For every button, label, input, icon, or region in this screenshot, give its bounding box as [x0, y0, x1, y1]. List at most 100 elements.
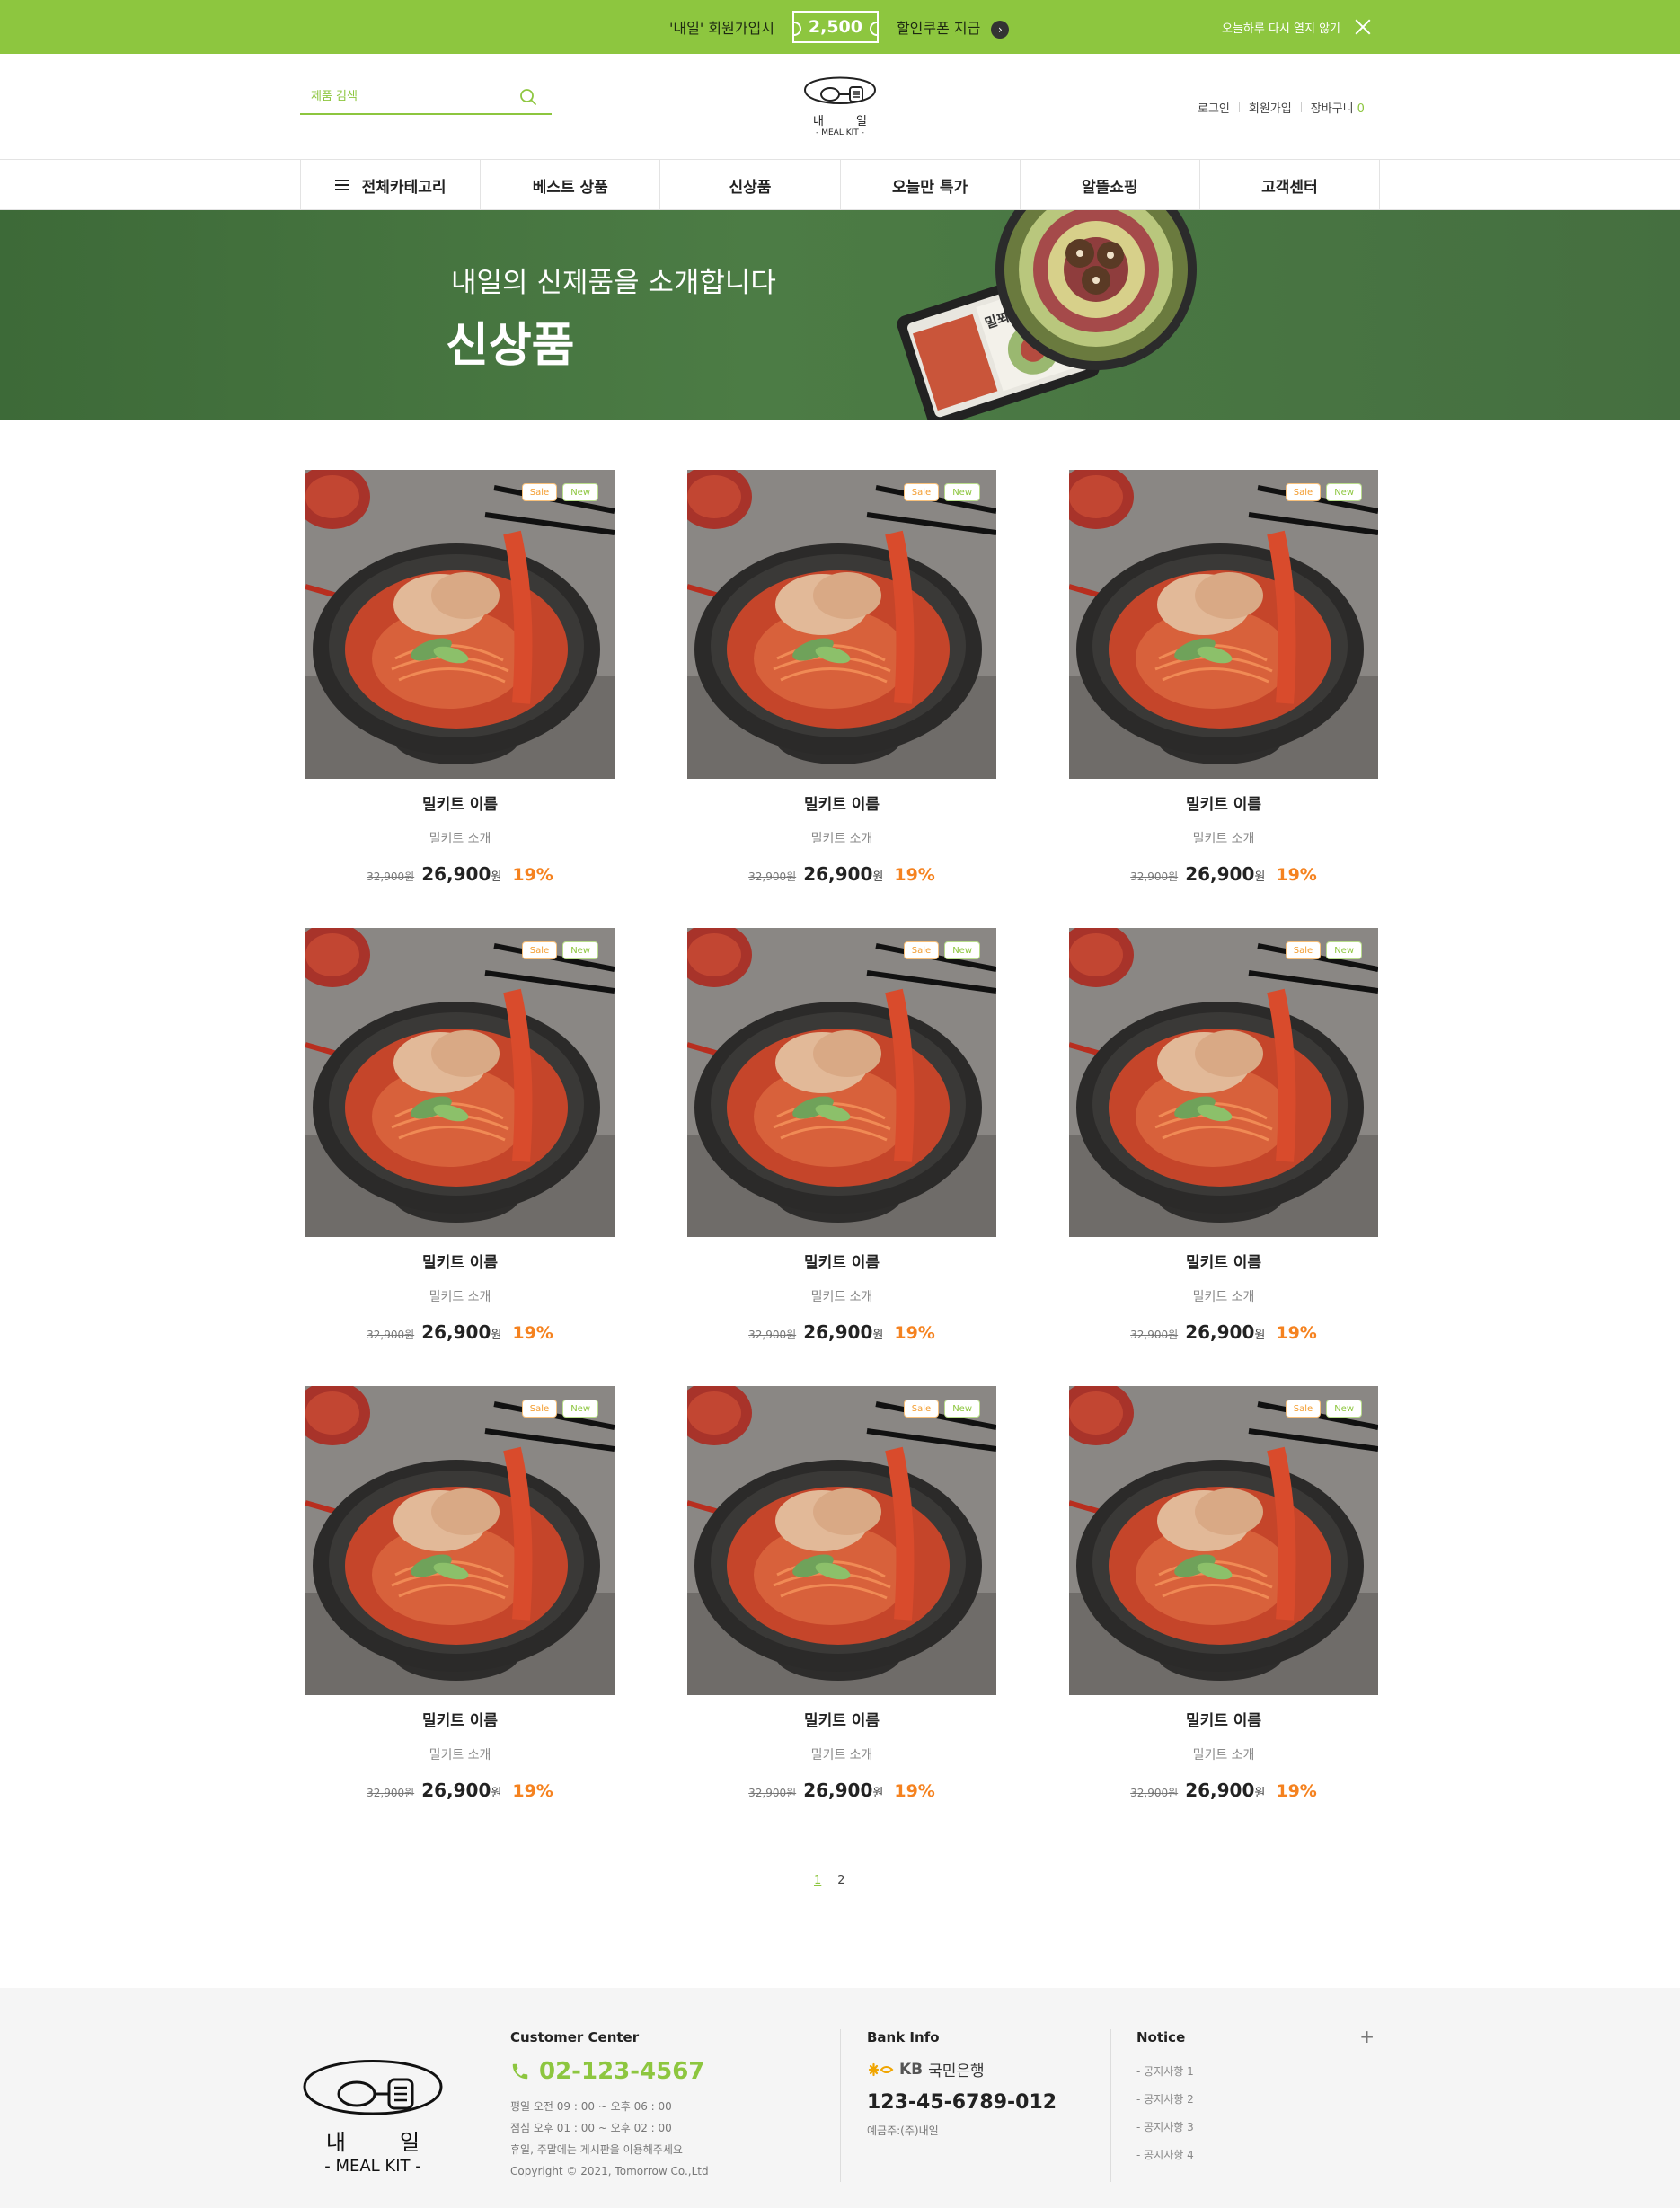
login-link[interactable]: 로그인 — [1198, 99, 1230, 116]
product-price: 32,900원 26,900원 19% — [687, 1321, 996, 1343]
original-price: 32,900원 — [367, 870, 415, 883]
product-badges: Sale New — [903, 1400, 980, 1418]
original-price: 32,900원 — [1130, 1329, 1179, 1341]
nav-bargain-shopping[interactable]: 알뜰쇼핑 — [1021, 160, 1200, 210]
food-photo — [305, 1386, 615, 1695]
product-card[interactable]: Sale New 밀키트 이름 밀키트 소개 32,900원 26,900원 19% — [687, 928, 996, 1368]
food-photo — [1069, 470, 1378, 779]
bank-info-title: Bank Info — [867, 2029, 940, 2045]
promo-text-after: 할인쿠폰 지급 › — [897, 16, 1010, 39]
product-card[interactable]: Sale New 밀키트 이름 밀키트 소개 32,900원 26,900원 19% — [305, 470, 615, 910]
hours-lunch: 점심 오후 01 : 00 ~ 오후 02 : 00 — [510, 2122, 672, 2134]
product-thumbnail[interactable]: Sale New — [305, 1386, 615, 1695]
sale-badge: Sale — [1285, 941, 1322, 959]
sale-badge: Sale — [1285, 483, 1322, 501]
plate-fork-logo-icon — [804, 76, 876, 104]
discount-rate: 19% — [894, 1781, 935, 1801]
notice-title: Notice — [1136, 2029, 1186, 2045]
signup-promo[interactable]: '내일' 회원가입시 2,500 할인쿠폰 지급 › — [669, 0, 1010, 54]
discount-rate: 19% — [894, 865, 935, 885]
page-link-2[interactable]: 2 — [837, 1874, 844, 1887]
phone-number[interactable]: 02-123-4567 — [510, 2058, 709, 2085]
product-name[interactable]: 밀키트 이름 — [305, 1708, 615, 1730]
product-name[interactable]: 밀키트 이름 — [687, 791, 996, 814]
bank-name: KB 국민은행 — [867, 2058, 1057, 2080]
product-thumbnail[interactable]: Sale New — [687, 470, 996, 779]
kb-star-icon — [868, 2062, 894, 2076]
nav-new-products[interactable]: 신상품 — [660, 160, 841, 210]
cart-link[interactable]: 장바구니 0 — [1311, 99, 1365, 116]
product-name[interactable]: 밀키트 이름 — [1069, 791, 1378, 814]
product-name[interactable]: 밀키트 이름 — [687, 1250, 996, 1272]
product-thumbnail[interactable]: Sale New — [687, 928, 996, 1237]
product-card[interactable]: Sale New 밀키트 이름 밀키트 소개 32,900원 26,900원 19% — [1069, 470, 1378, 910]
signup-link[interactable]: 회원가입 — [1249, 99, 1292, 116]
food-photo — [687, 1386, 996, 1695]
sale-badge: Sale — [903, 1400, 940, 1418]
product-card[interactable]: Sale New 밀키트 이름 밀키트 소개 32,900원 26,900원 19% — [305, 1386, 615, 1826]
product-thumbnail[interactable]: Sale New — [1069, 470, 1378, 779]
product-thumbnail[interactable]: Sale New — [687, 1386, 996, 1695]
account-number: 123-45-6789-012 — [867, 2091, 1057, 2114]
product-thumbnail[interactable]: Sale New — [305, 470, 615, 779]
sale-price: 26,900원 — [803, 1321, 884, 1343]
new-badge: New — [562, 483, 598, 501]
product-badges: Sale New — [1285, 483, 1362, 501]
product-card[interactable]: Sale New 밀키트 이름 밀키트 소개 32,900원 26,900원 19% — [305, 928, 615, 1368]
close-icon[interactable] — [1355, 19, 1371, 35]
product-badges: Sale New — [903, 483, 980, 501]
nav-customer-center[interactable]: 고객센터 — [1200, 160, 1381, 210]
divider — [1300, 102, 1302, 112]
notice-item[interactable]: - 공지사항 1 — [1136, 2058, 1375, 2086]
notice-board: Notice + - 공지사항 1 - 공지사항 2 - 공지사항 3 - 공지… — [1136, 2026, 1375, 2169]
product-card[interactable]: Sale New 밀키트 이름 밀키트 소개 32,900원 26,900원 19% — [687, 1386, 996, 1826]
plus-icon[interactable]: + — [1359, 2026, 1375, 2047]
original-price: 32,900원 — [748, 1787, 797, 1799]
notice-item[interactable]: - 공지사항 2 — [1136, 2086, 1375, 2114]
site-logo[interactable]: 내일 - MEAL KIT - — [800, 68, 880, 144]
nav-all-categories[interactable]: 전체카테고리 — [301, 160, 482, 210]
food-photo — [1069, 1386, 1378, 1695]
original-price: 32,900원 — [1130, 1787, 1179, 1799]
product-name[interactable]: 밀키트 이름 — [305, 1250, 615, 1272]
search-icon[interactable] — [519, 88, 537, 106]
footer-logo[interactable]: 내일 - MEAL KIT - — [301, 2045, 445, 2180]
nav-best-products[interactable]: 베스트 상품 — [481, 160, 661, 210]
discount-rate: 19% — [512, 865, 553, 885]
product-price: 32,900원 26,900원 19% — [687, 863, 996, 885]
dismiss-today-link[interactable]: 오늘하루 다시 열지 않기 — [1222, 19, 1340, 36]
plate-fork-logo-icon — [303, 2060, 443, 2115]
sale-price: 26,900원 — [803, 863, 884, 885]
product-thumbnail[interactable]: Sale New — [1069, 1386, 1378, 1695]
product-thumbnail[interactable]: Sale New — [1069, 928, 1378, 1237]
sale-badge: Sale — [903, 483, 940, 501]
product-card[interactable]: Sale New 밀키트 이름 밀키트 소개 32,900원 26,900원 19% — [1069, 928, 1378, 1368]
new-products-banner: 내일의 신제품을 소개합니다 신상품 밀푀유나베 — [0, 210, 1680, 420]
product-thumbnail[interactable]: Sale New — [305, 928, 615, 1237]
product-name[interactable]: 밀키트 이름 — [305, 791, 615, 814]
product-card[interactable]: Sale New 밀키트 이름 밀키트 소개 32,900원 26,900원 19% — [1069, 1386, 1378, 1826]
product-card[interactable]: Sale New 밀키트 이름 밀키트 소개 32,900원 26,900원 19% — [687, 470, 996, 910]
new-badge: New — [1326, 941, 1362, 959]
nav-today-special[interactable]: 오늘만 특가 — [841, 160, 1021, 210]
promo-text-before: '내일' 회원가입시 — [669, 20, 774, 37]
product-price: 32,900원 26,900원 19% — [305, 1780, 615, 1801]
new-badge: New — [944, 941, 980, 959]
product-badges: Sale New — [521, 483, 598, 501]
search-input[interactable] — [300, 79, 507, 113]
product-badges: Sale New — [1285, 941, 1362, 959]
food-photo — [687, 470, 996, 779]
page-link-1[interactable]: 1 — [814, 1874, 821, 1887]
product-name[interactable]: 밀키트 이름 — [1069, 1250, 1378, 1272]
new-badge: New — [562, 941, 598, 959]
product-name[interactable]: 밀키트 이름 — [1069, 1708, 1378, 1730]
cart-count: 0 — [1357, 102, 1365, 116]
notice-item[interactable]: - 공지사항 3 — [1136, 2114, 1375, 2142]
new-badge: New — [1326, 1400, 1362, 1418]
notice-item[interactable]: - 공지사항 4 — [1136, 2142, 1375, 2169]
chevron-right-icon[interactable]: › — [991, 20, 1010, 39]
copyright: Copyright © 2021, Tomorrow Co.,Ltd — [510, 2165, 709, 2177]
product-name[interactable]: 밀키트 이름 — [687, 1708, 996, 1730]
product-price: 32,900원 26,900원 19% — [305, 1321, 615, 1343]
new-badge: New — [944, 1400, 980, 1418]
